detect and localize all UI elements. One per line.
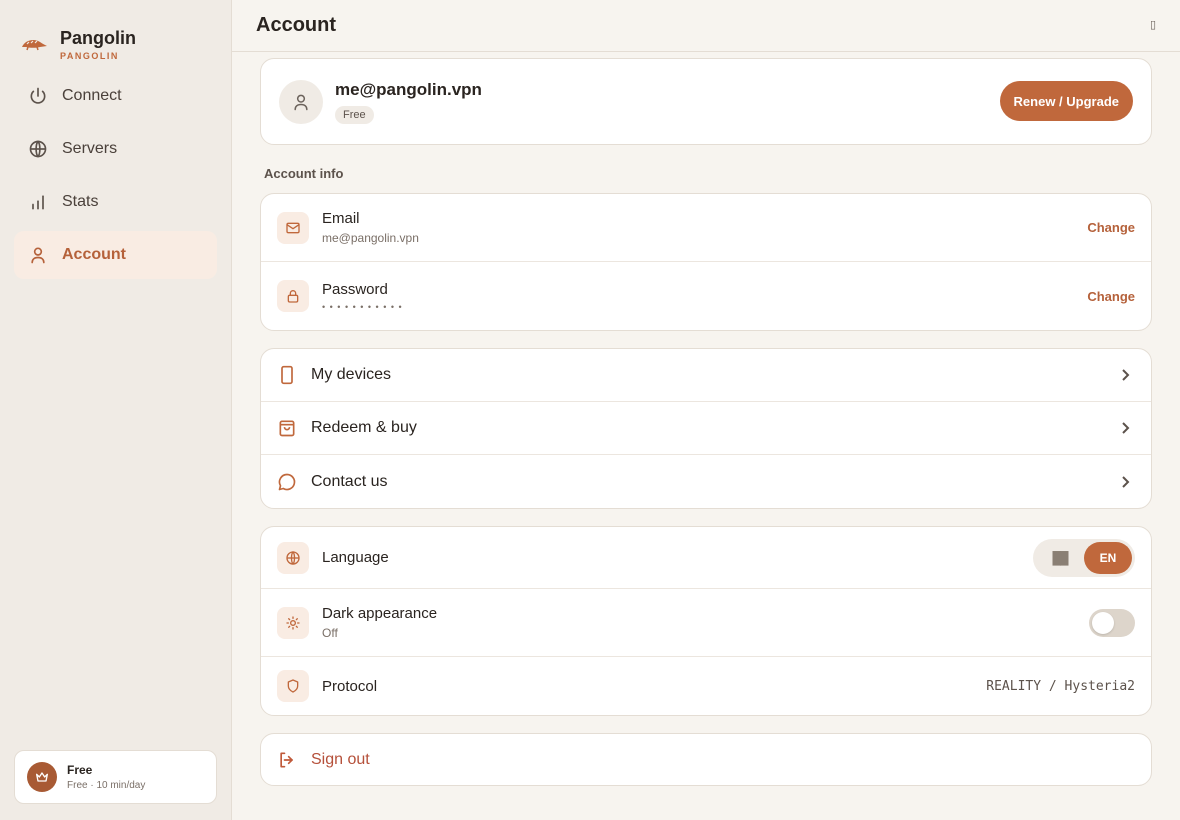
settings-card: Language ██ EN Dark appearance Off Proto… xyxy=(260,526,1152,716)
redeem-buy-label: Redeem & buy xyxy=(311,419,417,436)
section-label-account-info: Account info xyxy=(264,166,344,181)
main-content: Account ▯ me@pangolin.vpn Free Renew / U… xyxy=(232,0,1180,820)
dark-appearance-label: Dark appearance xyxy=(322,605,438,622)
plan-subtitle: Free · 10 min/day xyxy=(67,780,146,791)
bar-chart-icon xyxy=(32,195,44,210)
password-row: Password • • • • • • • • • • • Change xyxy=(261,262,1151,330)
sign-out-button[interactable]: Sign out xyxy=(260,733,1152,786)
shield-icon xyxy=(277,670,309,702)
avatar xyxy=(279,79,323,124)
user-icon xyxy=(294,94,308,110)
email-label: Email xyxy=(322,210,360,227)
dark-appearance-state: Off xyxy=(322,626,338,640)
window-control-icon[interactable]: ▯ xyxy=(1150,18,1156,31)
sidebar-item-label: Servers xyxy=(62,140,118,157)
language-option-other[interactable]: ██ xyxy=(1036,542,1084,574)
password-label: Password xyxy=(322,280,388,298)
plan-title: Free xyxy=(67,763,93,777)
language-segmented-control: ██ EN xyxy=(1033,538,1135,577)
links-card: My devices Redeem & buy Contact us xyxy=(260,348,1152,509)
change-email-link[interactable]: Change xyxy=(1087,220,1135,235)
brand-name: Pangolin xyxy=(60,27,136,48)
redeem-buy-row[interactable]: Redeem & buy xyxy=(261,402,1151,455)
contact-us-row[interactable]: Contact us xyxy=(261,455,1151,508)
chevron-right-icon xyxy=(1122,369,1130,381)
sun-icon xyxy=(277,606,309,639)
sidebar-item-label: Account xyxy=(62,246,126,263)
page-title: Account xyxy=(256,14,336,36)
protocol-value: REALITY / Hysteria2 xyxy=(986,678,1135,694)
mail-icon xyxy=(277,211,309,244)
sign-out-label: Sign out xyxy=(311,750,370,768)
chevron-right-icon xyxy=(1122,422,1130,434)
sidebar-item-account[interactable]: Account xyxy=(14,231,217,279)
crown-icon xyxy=(27,762,57,792)
sidebar-item-servers[interactable]: Servers xyxy=(14,125,217,173)
logout-icon xyxy=(280,752,293,767)
lock-icon xyxy=(277,280,309,312)
globe-icon xyxy=(29,140,47,158)
pangolin-logo-icon xyxy=(22,39,47,51)
language-label: Language xyxy=(322,549,389,566)
password-value: • • • • • • • • • • • xyxy=(322,301,403,312)
sidebar-item-stats[interactable]: Stats xyxy=(14,178,217,226)
plan-card[interactable]: Free Free · 10 min/day xyxy=(14,750,217,804)
account-info-card: Email me@pangolin.vpn Change Password • … xyxy=(260,193,1152,331)
globe-icon xyxy=(277,541,309,574)
contact-us-label: Contact us xyxy=(311,472,388,490)
sidebar-item-label: Connect xyxy=(62,87,122,104)
dark-appearance-toggle[interactable] xyxy=(1089,608,1135,637)
sidebar-nav: Connect Servers Stats Account xyxy=(0,72,231,279)
language-row: Language ██ EN xyxy=(261,527,1151,589)
protocol-row[interactable]: Protocol REALITY / Hysteria2 xyxy=(261,657,1151,715)
my-devices-label: My devices xyxy=(311,366,392,383)
power-icon xyxy=(30,87,46,104)
chat-bubble-icon xyxy=(278,473,296,490)
user-icon xyxy=(31,247,45,264)
header: Account ▯ xyxy=(232,0,1180,52)
sidebar: Pangolin PANGOLIN Connect Servers Stats xyxy=(0,0,232,820)
sidebar-item-label: Stats xyxy=(62,193,99,210)
brand-subtitle: PANGOLIN xyxy=(60,50,119,61)
change-password-link[interactable]: Change xyxy=(1087,289,1135,304)
protocol-label: Protocol xyxy=(322,677,378,695)
renew-upgrade-button[interactable]: Renew / Upgrade xyxy=(999,81,1133,121)
phone-icon xyxy=(281,365,293,385)
email-value: me@pangolin.vpn xyxy=(322,231,419,245)
chevron-right-icon xyxy=(1122,475,1130,488)
my-devices-row[interactable]: My devices xyxy=(261,349,1151,402)
sidebar-item-connect[interactable]: Connect xyxy=(14,72,217,120)
dark-appearance-row: Dark appearance Off xyxy=(261,589,1151,657)
brand: Pangolin PANGOLIN xyxy=(0,0,231,70)
profile-card: me@pangolin.vpn Free Renew / Upgrade xyxy=(260,58,1152,145)
tier-badge: Free xyxy=(335,105,374,124)
shopping-bag-icon xyxy=(279,420,295,437)
language-option-en[interactable]: EN xyxy=(1084,541,1132,574)
email-row: Email me@pangolin.vpn Change xyxy=(261,194,1151,262)
profile-email: me@pangolin.vpn xyxy=(335,79,482,99)
